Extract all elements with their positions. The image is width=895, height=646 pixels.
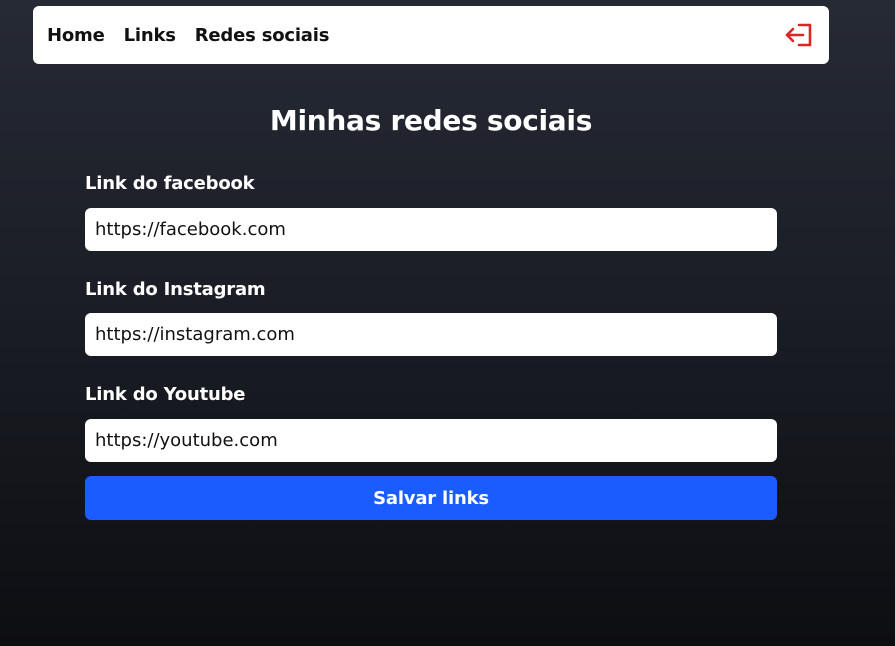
save-links-button[interactable]: Salvar links [85,476,777,520]
logout-icon [785,23,812,47]
nav-link-links[interactable]: Links [124,25,176,46]
nav-links: Home Links Redes sociais [47,25,348,46]
youtube-label: Link do Youtube [85,384,246,405]
youtube-field-group: Link do Youtube [85,381,777,462]
instagram-label: Link do Instagram [85,279,266,300]
logout-button[interactable] [783,19,815,51]
facebook-label: Link do facebook [85,173,255,194]
nav-link-home[interactable]: Home [47,25,105,46]
nav-link-redes-sociais[interactable]: Redes sociais [195,25,330,46]
navbar: Home Links Redes sociais [33,6,829,64]
facebook-field-group: Link do facebook [85,170,777,251]
instagram-input[interactable] [85,313,777,356]
page-title: Minhas redes sociais [269,104,593,137]
youtube-input[interactable] [85,419,777,462]
instagram-field-group: Link do Instagram [85,276,777,356]
facebook-input[interactable] [85,208,777,251]
